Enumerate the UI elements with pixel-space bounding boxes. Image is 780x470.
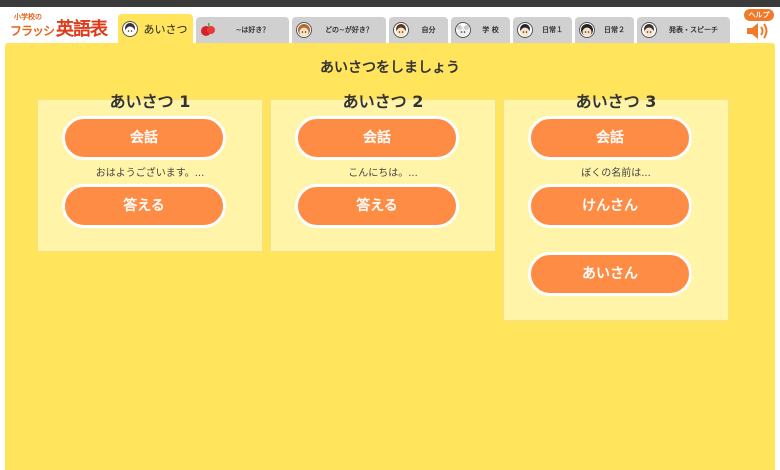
conversation-button[interactable]: 会話 (528, 116, 692, 160)
tab-likes[interactable]: ~は好き？ (196, 17, 289, 43)
top-bar (0, 0, 780, 7)
girl-face-icon (296, 22, 312, 38)
tab-label: 日常２ (604, 26, 625, 34)
main-panel: あいさつをしましょう あいさつ 1 会話 おはようございます。... 答える あ… (5, 43, 775, 470)
answer-button[interactable]: 答える (62, 184, 226, 228)
tab-speech[interactable]: 発表・スピーチ (637, 17, 730, 43)
card-title: あいさつ 3 (575, 92, 657, 111)
apple-icon (200, 22, 216, 38)
card-title: あいさつ 1 (109, 92, 191, 111)
tab-label: 日常１ (542, 26, 563, 34)
card-caption: こんにちは。... (348, 168, 418, 179)
tab-which-like[interactable]: どの~が好き？ (292, 17, 386, 43)
boy-face-icon (122, 20, 138, 37)
tab-label: 発表・スピーチ (669, 26, 718, 34)
speaker-icon[interactable] (746, 22, 772, 40)
tab-label: どの~が好き？ (325, 26, 373, 34)
tab-label: ~は好き？ (235, 26, 270, 34)
tab-greeting[interactable]: あいさつ (118, 14, 193, 43)
answer-button[interactable]: 答える (295, 184, 459, 228)
conversation-button[interactable]: 会話 (295, 116, 459, 160)
ken-button[interactable]: けんさん (528, 184, 692, 228)
conversation-button[interactable]: 会話 (62, 116, 226, 160)
card-caption: ぼくの名前は... (581, 168, 651, 179)
tab-label: 自分 (421, 26, 436, 34)
tab-label: あいさつ (143, 22, 188, 36)
help-button[interactable]: ヘルプ (744, 9, 774, 21)
card-title: あいさつ 2 (342, 92, 424, 111)
card-caption: おはようございます。... (95, 168, 205, 179)
greeting-card-2: あいさつ 2 会話 こんにちは。... 答える (270, 92, 496, 252)
animal-icon (455, 22, 471, 38)
tab-school[interactable]: 学 校 (451, 17, 510, 43)
girl-face-icon (579, 22, 595, 38)
ai-button[interactable]: あいさん (528, 252, 692, 296)
page-title: あいさつをしましょう (320, 60, 460, 76)
greeting-card-1: あいさつ 1 会話 おはようございます。... 答える (37, 92, 263, 252)
tab-myself[interactable]: 自分 (389, 17, 448, 43)
tab-daily-1[interactable]: 日常１ (513, 17, 572, 43)
tab-label: 学 校 (482, 26, 499, 34)
boy-face-icon (517, 22, 533, 38)
tab-daily-2[interactable]: 日常２ (575, 17, 634, 43)
boy-face-icon (393, 22, 409, 38)
greeting-card-3: あいさつ 3 会話 ぼくの名前は... けんさん あいさん (503, 92, 729, 321)
logo-subtitle: 小学校の (14, 13, 42, 21)
boy-face-icon (641, 22, 657, 38)
app-logo: 小学校の フラッシュ 英語表現 (6, 12, 118, 66)
